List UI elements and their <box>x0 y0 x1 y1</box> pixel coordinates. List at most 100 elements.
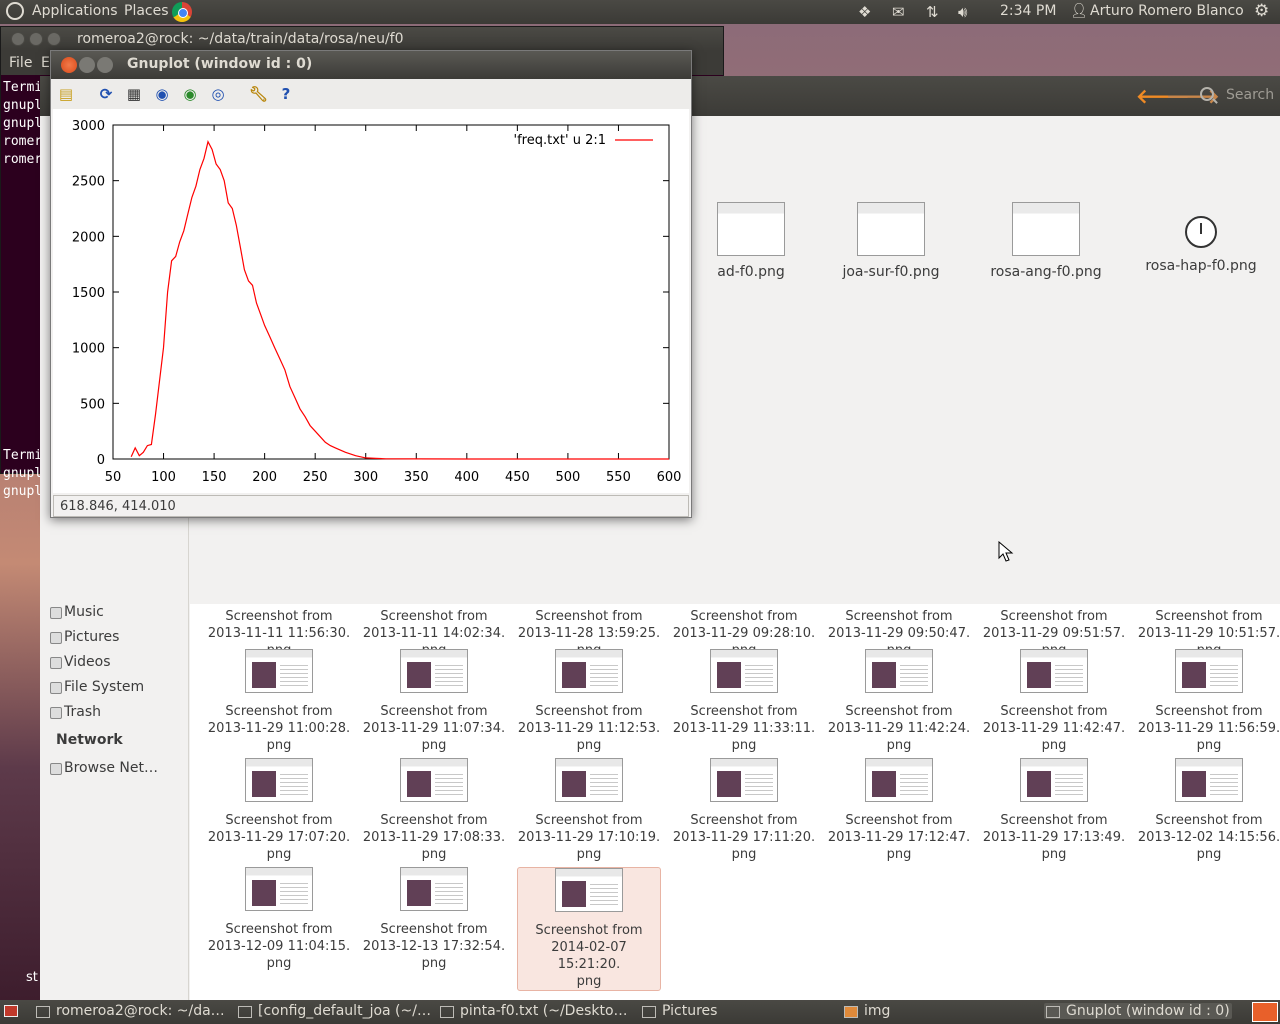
file-name-line: 2013-11-29 11:00:28. <box>207 721 351 736</box>
file-item[interactable]: Screenshot from 2013-11-29 17:07:20. png <box>204 758 354 863</box>
file-item[interactable]: Screenshot from 2014-02-07 15:21:20. png <box>517 867 661 991</box>
places-menu[interactable]: Places <box>124 3 169 19</box>
gnuplot-window[interactable]: Gnuplot (window id : 0) ▤ ⟳ ▦ ◉ ◉ ◎ 🔧︎ ?… <box>50 50 692 518</box>
file-item[interactable]: joa-sur-f0.png <box>816 202 966 280</box>
file-name-line: Screenshot from <box>845 609 953 624</box>
file-name-line: Screenshot from <box>1155 704 1263 719</box>
file-name: Screenshot from 2013-11-29 17:08:33. png <box>359 812 509 863</box>
music-icon <box>50 607 62 619</box>
file-name-line: Screenshot from <box>1000 704 1108 719</box>
file-name-line: 2013-12-02 14:15:56. <box>1137 830 1280 845</box>
chart-svg: 50 100 150 200 250 300 350 400 450 500 550 600 0 500 1… <box>72 119 682 485</box>
file-name-line: 2013-11-29 09:28:10. <box>672 626 816 641</box>
file-item[interactable]: Screenshot from 2013-11-29 11:12:53. png <box>514 649 664 754</box>
task-terminal[interactable]: romeroa2@rock: ~/da… <box>34 1003 225 1019</box>
task-pinta[interactable]: pinta-f0.txt (~/Deskto… <box>438 1003 628 1019</box>
terminal-titlebar[interactable]: romeroa2@rock: ~/data/train/data/rosa/ne… <box>1 27 723 51</box>
gnuplot-titlebar[interactable]: Gnuplot (window id : 0) <box>51 51 691 79</box>
videos-icon <box>50 657 62 669</box>
file-item[interactable]: rosa-ang-f0.png <box>971 202 1121 280</box>
clock[interactable]: 2:34 PM <box>1000 3 1056 19</box>
task-config[interactable]: [config_default_joa (~/… <box>236 1003 431 1019</box>
file-name-line: png <box>1041 847 1067 862</box>
file-item[interactable]: Screenshot from 2013-11-29 11:56:59. png <box>1134 649 1280 754</box>
file-name-line: 2013-11-29 11:33:11. <box>672 721 816 736</box>
ubuntu-logo-icon[interactable] <box>6 2 24 20</box>
file-name-line: 2013-11-29 17:08:33. <box>362 830 506 845</box>
file-item[interactable]: Screenshot from 2013-12-09 11:04:15. png <box>204 867 354 972</box>
file-name-line: Screenshot from <box>845 813 953 828</box>
file-name-line: Screenshot from <box>1155 813 1263 828</box>
maximize-icon[interactable] <box>97 57 113 73</box>
file-item[interactable]: Screenshot from 2013-11-29 11:00:28. png <box>204 649 354 754</box>
file-name-line: 2013-11-29 17:12:47. <box>827 830 971 845</box>
zoom-previous-icon[interactable]: ◉ <box>153 85 171 103</box>
task-img[interactable]: img <box>842 1003 890 1019</box>
y-tick-label: 500 <box>80 397 105 412</box>
file-grid[interactable]: Screenshot from2013-11-11 11:56:30.pngSc… <box>190 604 1280 1000</box>
minimize-icon[interactable] <box>79 57 95 73</box>
task-gnuplot[interactable]: Gnuplot (window id : 0) <box>1044 1003 1232 1019</box>
applications-menu[interactable]: Applications <box>32 3 118 19</box>
terminal-menu-file[interactable]: File <box>9 55 32 71</box>
clock-file-icon <box>1185 216 1217 248</box>
file-item[interactable]: Screenshot from 2013-11-29 11:33:11. png <box>669 649 819 754</box>
user-menu[interactable]: Arturo Romero Blanco <box>1090 3 1244 19</box>
file-name-line: Screenshot from <box>380 609 488 624</box>
volume-icon[interactable]: 🔊︎ <box>958 3 967 21</box>
file-item[interactable]: Screenshot from 2013-11-29 17:11:20. png <box>669 758 819 863</box>
x-tick-label: 550 <box>606 470 631 485</box>
task-pictures[interactable]: Pictures <box>640 1003 717 1019</box>
file-item[interactable]: Screenshot from 2013-11-29 11:07:34. png <box>359 649 509 754</box>
replot-icon[interactable]: ⟳ <box>97 85 115 103</box>
settings-wrench-icon[interactable]: 🔧︎ <box>249 85 268 103</box>
file-item[interactable]: Screenshot from 2013-11-29 11:42:24. png <box>824 649 974 754</box>
file-item[interactable]: Screenshot from 2013-11-29 17:12:47. png <box>824 758 974 863</box>
file-thumbnail <box>865 649 933 693</box>
sidebar-item-music[interactable]: Music <box>50 604 104 620</box>
sidebar-item-pictures[interactable]: Pictures <box>50 629 119 645</box>
workspace-switcher-icon[interactable] <box>1252 1002 1278 1022</box>
mail-icon[interactable]: ✉ <box>892 3 905 21</box>
cursor-coordinates: 618.846, 414.010 <box>53 495 689 517</box>
copy-to-clipboard-icon[interactable]: ▤ <box>57 85 75 103</box>
terminal-maximize-icon[interactable] <box>47 32 61 46</box>
file-item[interactable]: rosa-hap-f0.png <box>1126 202 1276 274</box>
file-name-line: png <box>421 847 447 862</box>
file-item[interactable]: Screenshot from 2013-12-02 14:15:56. png <box>1134 758 1280 863</box>
file-name-line: png <box>886 738 912 753</box>
chrome-launcher-icon[interactable] <box>172 2 192 22</box>
legend-label: 'freq.txt' u 2:1 <box>514 133 606 148</box>
terminal-menu-edit[interactable]: E <box>41 55 50 71</box>
x-tick-label: 350 <box>404 470 429 485</box>
user-icon[interactable]: 👤︎ <box>1070 3 1088 19</box>
plot-area[interactable]: 50 100 150 200 250 300 350 400 450 500 550 600 0 500 1… <box>53 109 689 493</box>
file-name-line: Screenshot from <box>225 922 333 937</box>
file-thumbnail <box>245 758 313 802</box>
help-icon[interactable]: ? <box>277 85 295 103</box>
file-item[interactable]: Screenshot from 2013-12-13 17:32:54. png <box>359 867 509 972</box>
zoom-next-icon[interactable]: ◉ <box>181 85 199 103</box>
terminal-close-icon[interactable] <box>11 32 25 46</box>
show-desktop-icon[interactable] <box>4 1005 18 1017</box>
autoscale-icon[interactable]: ◎ <box>209 85 227 103</box>
file-item[interactable]: Screenshot from 2013-11-29 17:08:33. png <box>359 758 509 863</box>
grid-icon[interactable]: ▦ <box>125 85 143 103</box>
file-item[interactable]: ad-f0.png <box>676 202 826 280</box>
sidebar-item-trash[interactable]: Trash <box>50 704 101 720</box>
search-input[interactable]: Search <box>1226 87 1274 103</box>
network-icon[interactable]: ⇅ <box>926 3 939 21</box>
file-item[interactable]: Screenshot from 2013-11-29 11:42:47. png <box>979 649 1129 754</box>
trash-icon <box>50 707 62 719</box>
gear-icon[interactable]: ⚙ <box>1254 1 1269 21</box>
sidebar-item-videos[interactable]: Videos <box>50 654 111 670</box>
file-item[interactable]: Screenshot from 2013-11-29 17:13:49. png <box>979 758 1129 863</box>
close-icon[interactable] <box>61 57 77 73</box>
search-icon[interactable] <box>1200 87 1214 101</box>
terminal-minimize-icon[interactable] <box>29 32 43 46</box>
dropbox-icon[interactable]: ❖ <box>858 3 871 21</box>
file-name-line: png <box>266 956 292 971</box>
sidebar-item-filesystem[interactable]: File System <box>50 679 144 695</box>
file-item[interactable]: Screenshot from 2013-11-29 17:10:19. png <box>514 758 664 863</box>
sidebar-item-browse-network[interactable]: Browse Net… <box>50 760 158 776</box>
